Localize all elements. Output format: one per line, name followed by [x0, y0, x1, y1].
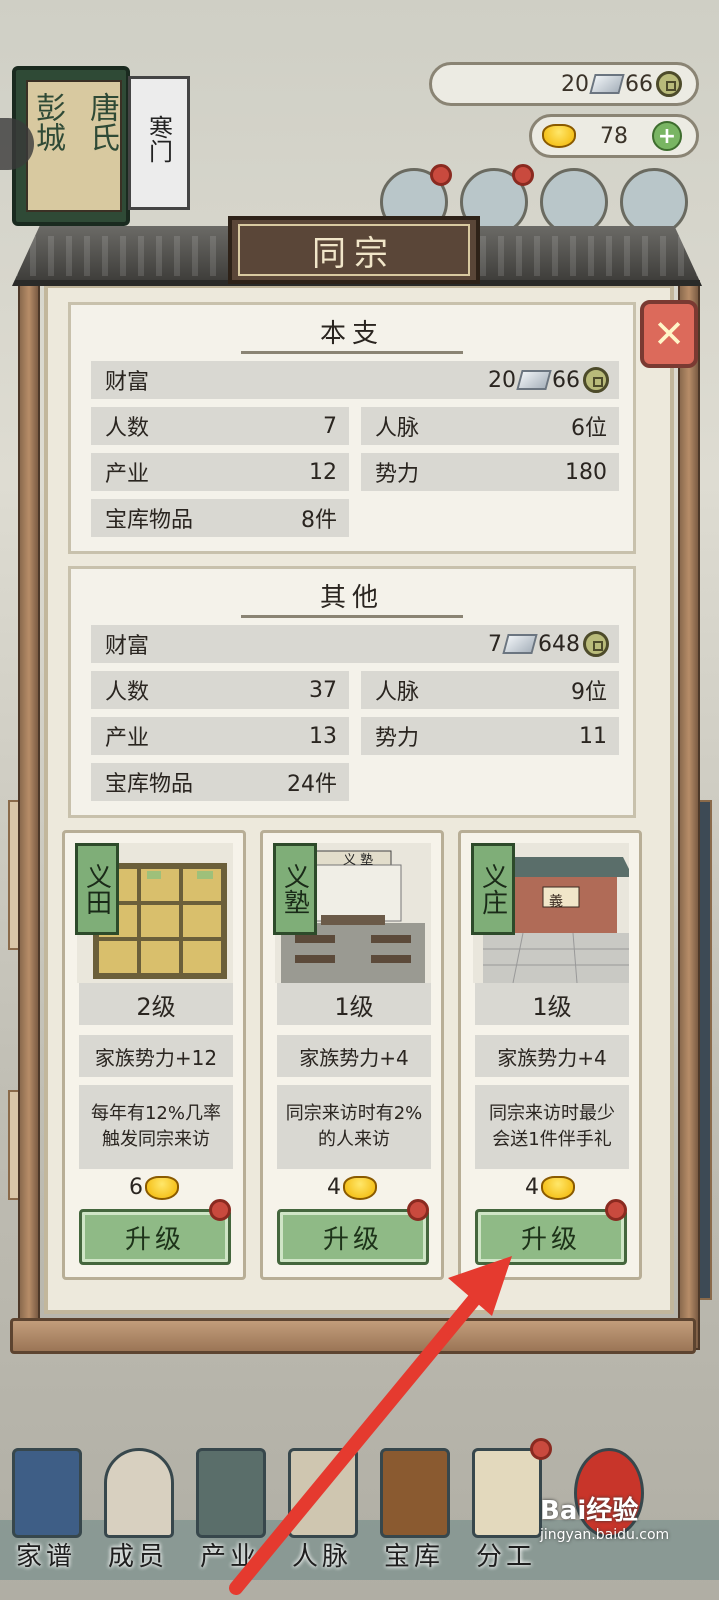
- watermark-url: jingyan.baidu.com: [540, 1527, 670, 1543]
- watermark: Bai经验 jingyan.baidu.com: [540, 1490, 669, 1543]
- card-tag: 义田: [75, 843, 119, 935]
- card-tag: 义塾: [273, 843, 317, 935]
- watermark-brand: Bai经验: [540, 1496, 639, 1526]
- card-tag: 义庄: [471, 843, 515, 935]
- annotation-arrow: [229, 1256, 512, 1595]
